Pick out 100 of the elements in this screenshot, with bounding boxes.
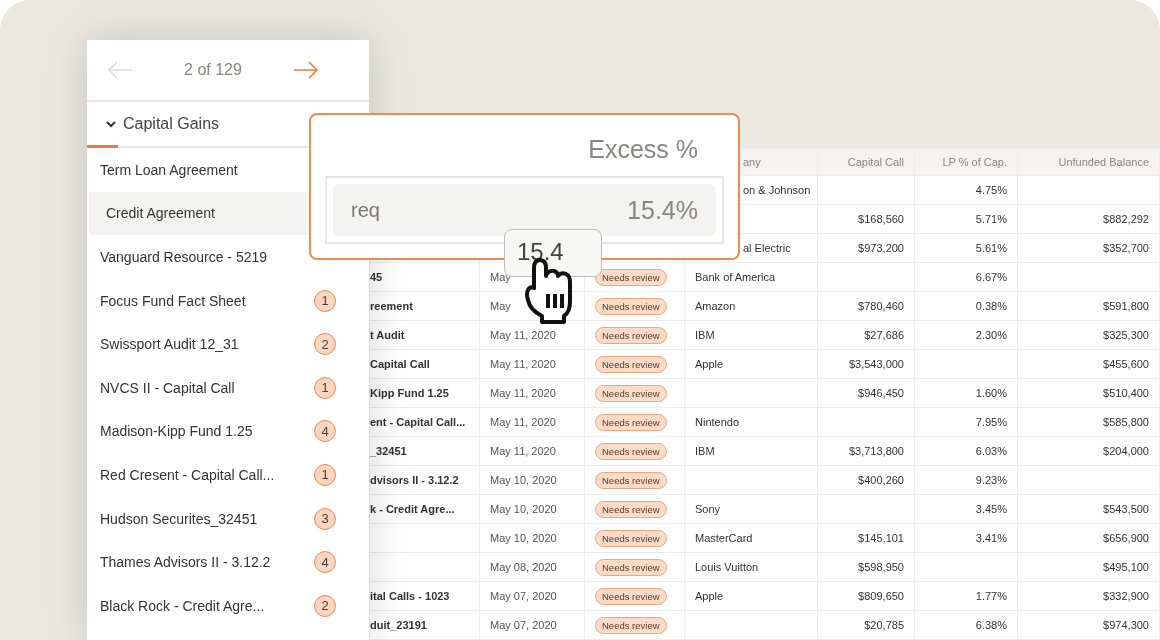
status-badge: Needs review: [595, 558, 667, 576]
table-cell: on & Johnson: [743, 184, 811, 196]
table-cell: 7.95%: [975, 416, 1007, 428]
document-item[interactable]: Red Cresent - Capital Call... 1: [87, 453, 369, 497]
document-item[interactable]: Thames Advisors II - 3.12.2 4: [87, 540, 369, 584]
document-name: Credit Agreement: [106, 205, 215, 222]
table-cell: $598,950: [858, 561, 904, 573]
document-name: Term Loan Agreement: [100, 161, 238, 178]
table-cell: IBM: [695, 329, 715, 341]
table-cell: May 07, 2020: [490, 619, 557, 631]
table-cell: 5.61%: [975, 242, 1007, 254]
table-cell: $20,785: [864, 619, 904, 631]
status-badge: Needs review: [595, 297, 667, 315]
table-cell: May 11, 2020: [490, 445, 556, 457]
document-name: Thames Advisors II - 3.12.2: [100, 554, 271, 571]
table-cell: 1.77%: [975, 590, 1007, 602]
column-header: any: [743, 156, 761, 168]
column-header: Capital Call: [847, 156, 904, 168]
page-counter: 2 of 129: [184, 61, 242, 79]
section-tab[interactable]: Capital Gains: [105, 115, 220, 133]
table-cell: 1.60%: [975, 387, 1007, 399]
table-cell: May 11, 2020: [490, 358, 556, 370]
table-cell: MasterCard: [695, 532, 753, 544]
value-field[interactable]: req 15.4%: [333, 184, 716, 236]
status-badge: Needs review: [595, 529, 667, 547]
table-cell: $27,686: [864, 329, 904, 341]
document-item[interactable]: Madison-Kipp Fund 1.25 4: [87, 409, 369, 454]
table-cell: $974,300: [1103, 619, 1149, 631]
column-header: LP % of Cap.: [942, 156, 1007, 168]
table-cell: $168,560: [858, 213, 904, 225]
table-cell: $591,800: [1103, 300, 1149, 312]
table-cell: $3,713,800: [848, 445, 904, 457]
status-badge: Needs review: [595, 587, 667, 605]
table-cell: 0.38%: [975, 300, 1007, 312]
table-cell: Bank of America: [695, 271, 776, 283]
table-cell: $400,260: [858, 474, 904, 486]
table-cell: ent - Capital Call...: [370, 416, 466, 428]
table-cell: _32451: [370, 445, 407, 457]
table-cell: Nintendo: [695, 416, 740, 428]
document-name: Swissport Audit 12_31: [100, 336, 239, 353]
table-cell: 6.67%: [975, 271, 1007, 283]
table-cell: $585,800: [1103, 416, 1149, 428]
document-item[interactable]: Black Rock - Credit Agre... 2: [87, 583, 369, 628]
document-name: Hudson Securites_32451: [100, 510, 258, 527]
table-cell: $656,900: [1103, 532, 1149, 544]
status-badge: Needs review: [595, 268, 667, 286]
document-name: Black Rock - Credit Agre...: [100, 597, 265, 614]
document-name: Vanguard Resource - 5219: [100, 249, 268, 265]
table-cell: duit_23191: [370, 619, 427, 631]
table-cell: Louis Vuitton: [695, 561, 759, 573]
table-cell: 6.03%: [975, 445, 1007, 457]
status-badge: Needs review: [595, 616, 667, 634]
count-badge: 4: [314, 551, 336, 574]
table-cell: 9.23%: [975, 474, 1007, 486]
table-cell: ital Calls - 1023: [370, 590, 450, 602]
table-cell: 6.38%: [975, 619, 1007, 631]
document-name: NVCS II - Capital Call: [100, 379, 235, 396]
count-badge: 4: [314, 420, 336, 443]
table-cell: 5.71%: [975, 213, 1007, 225]
table-cell: $809,650: [858, 590, 904, 602]
table-cell: May 10, 2020: [490, 474, 557, 486]
table-cell: $946,450: [858, 387, 904, 399]
field-value: 15.4%: [627, 195, 698, 225]
table-cell: 45: [370, 271, 383, 283]
table-cell: $882,292: [1103, 213, 1149, 225]
table-cell: $204,000: [1103, 445, 1149, 457]
count-badge: 2: [314, 333, 336, 356]
table-cell: dvisors II - 3.12.2: [370, 474, 459, 486]
status-badge: Needs review: [595, 500, 667, 518]
document-item[interactable]: NVCS II - Capital Call 1: [87, 365, 369, 410]
table-cell: 2.30%: [975, 329, 1007, 341]
table-cell: Amazon: [695, 300, 736, 312]
document-name: Focus Fund Fact Sheet: [100, 292, 246, 309]
table-cell: May 11, 2020: [490, 329, 556, 341]
forward-arrow-icon[interactable]: [293, 60, 319, 80]
document-item[interactable]: Hudson Securites_32451 3: [87, 496, 369, 541]
table-cell: IBM: [695, 445, 715, 457]
status-badge: Needs review: [595, 326, 667, 344]
count-badge: 1: [314, 463, 336, 486]
document-item[interactable]: Swissport Audit 12_31 2: [87, 322, 369, 366]
count-badge: 2: [314, 594, 336, 617]
table-cell: $543,500: [1103, 503, 1149, 515]
table-cell: $332,900: [1103, 590, 1149, 602]
status-badge: Needs review: [595, 471, 667, 489]
count-badge: 1: [314, 289, 336, 312]
table-cell: Kipp Fund 1.25: [370, 387, 449, 399]
table-cell: $495,100: [1103, 561, 1149, 573]
table-cell: Apple: [695, 358, 724, 370]
popup-title: Excess %: [587, 134, 699, 165]
document-item[interactable]: Focus Fund Fact Sheet 1: [87, 278, 369, 323]
table-cell: $510,400: [1103, 387, 1149, 399]
count-badge: 1: [314, 376, 336, 399]
table-cell: $973,200: [858, 242, 904, 254]
table-cell: May 08, 2020: [490, 561, 557, 573]
table-cell: $3,543,000: [848, 358, 904, 370]
table-cell: $780,460: [858, 300, 904, 312]
table-cell: $455,600: [1103, 358, 1149, 370]
status-badge: Needs review: [595, 355, 667, 373]
table-cell: May 11, 2020: [490, 416, 556, 428]
status-badge: Needs review: [595, 384, 667, 402]
